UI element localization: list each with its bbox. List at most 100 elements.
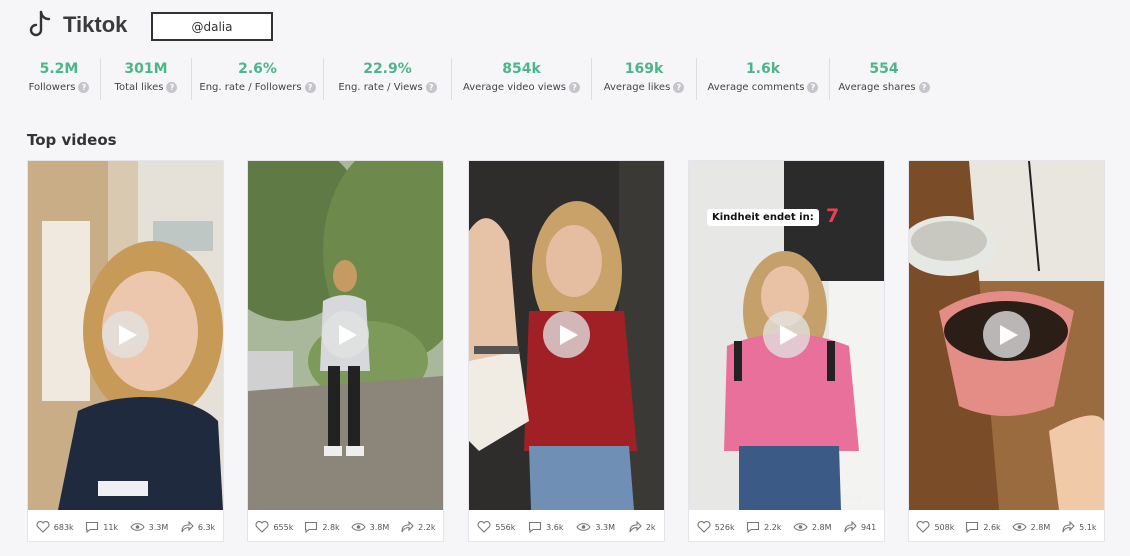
video-metrics: 526k 2.2k 2.8M 941 [689, 512, 884, 542]
stat-value: 554 [869, 61, 899, 77]
stat-total-likes: 301M Total likes? [101, 58, 192, 100]
tiktok-watermark: TikTok [843, 495, 862, 502]
eye-icon [129, 523, 145, 531]
play-button[interactable] [983, 311, 1030, 358]
views-metric: 3.8M [350, 522, 390, 532]
heart-icon [916, 521, 931, 533]
brand-header: Tiktok [27, 8, 127, 42]
heart-icon [477, 521, 491, 533]
share-icon [401, 521, 414, 533]
video-metrics: 556k 3.6k 3.3M 2k [469, 512, 664, 542]
likes-count: 526k [714, 522, 735, 532]
help-icon[interactable]: ? [918, 82, 930, 93]
video-thumbnail[interactable] [28, 161, 223, 510]
video-thumbnail[interactable] [909, 161, 1104, 510]
stat-value: 2.6% [238, 61, 277, 77]
views-count: 3.3M [595, 522, 615, 532]
eye-icon [576, 523, 592, 531]
shares-count: 941 [860, 522, 877, 532]
likes-count: 683k [53, 522, 74, 532]
comments-count: 3.6k [546, 522, 564, 532]
heart-icon [36, 521, 50, 533]
comments-metric: 2.6k [965, 521, 1001, 533]
stat-average-shares: 554 Average shares? [830, 58, 938, 100]
comments-count: 11k [103, 522, 119, 532]
stat-average-likes: 169k Average likes? [592, 58, 697, 100]
comment-icon [529, 521, 542, 533]
views-metric: 2.8M [1011, 522, 1051, 532]
comments-metric: 3.6k [528, 521, 564, 533]
shares-metric: 5.1k [1061, 521, 1097, 533]
play-button[interactable] [322, 311, 369, 358]
shares-metric: 6.3k [180, 521, 215, 533]
share-icon [629, 521, 642, 533]
help-icon[interactable]: ? [166, 82, 178, 93]
comments-count: 2.2k [764, 522, 782, 532]
heart-icon [697, 521, 711, 533]
heart-icon [255, 521, 270, 533]
comment-icon [305, 521, 318, 533]
likes-metric: 655k [255, 521, 293, 533]
video-card-5[interactable]: 508k 2.6k 2.8M 5.1k [908, 160, 1105, 542]
stat-average-video-views: 854k Average video views? [452, 58, 592, 100]
comments-metric: 2.8k [304, 521, 340, 533]
eye-icon [793, 523, 808, 531]
stat-value: 854k [502, 61, 541, 77]
stat-eng-rate-followers: 2.6% Eng. rate / Followers? [192, 58, 324, 100]
comments-metric: 2.2k [746, 521, 781, 533]
play-icon [559, 324, 578, 345]
comments-metric: 11k [85, 521, 118, 533]
stat-eng-rate-views: 22.9% Eng. rate / Views? [324, 58, 452, 100]
video-metrics: 655k 2.8k 3.8M 2.2k [248, 512, 443, 542]
shares-count: 2.2k [418, 522, 436, 532]
comment-icon [966, 521, 979, 533]
video-thumbnail[interactable] [248, 161, 443, 510]
share-icon [181, 521, 194, 533]
stat-value: 169k [624, 61, 664, 77]
video-card-4[interactable]: Kindheit endet in: 7 TikTok 526k 2.2k 2.… [688, 160, 885, 542]
stat-label: Average likes [603, 82, 671, 93]
help-icon[interactable]: ? [568, 82, 580, 93]
video-thumbnail[interactable]: Kindheit endet in: 7 TikTok [689, 161, 884, 510]
views-count: 3.8M [369, 522, 390, 532]
share-icon [1062, 521, 1075, 533]
stat-label: Eng. rate / Followers [199, 82, 302, 93]
handle-field[interactable]: @dalia [151, 12, 273, 41]
stat-average-comments: 1.6k Average comments? [697, 58, 830, 100]
section-title: Top videos [27, 131, 117, 149]
video-thumbnail[interactable] [469, 161, 664, 510]
help-icon[interactable]: ? [78, 82, 90, 93]
shares-count: 5.1k [1079, 522, 1097, 532]
likes-count: 556k [495, 522, 516, 532]
likes-metric: 526k [697, 521, 735, 533]
play-button[interactable] [102, 311, 149, 358]
video-card-3[interactable]: 556k 3.6k 3.3M 2k [468, 160, 665, 542]
comments-count: 2.8k [322, 522, 340, 532]
views-count: 2.8M [1030, 522, 1051, 532]
views-count: 3.3M [148, 522, 169, 532]
help-icon[interactable]: ? [425, 82, 437, 93]
views-count: 2.8M [811, 522, 832, 532]
help-icon[interactable]: ? [807, 82, 819, 93]
stat-label: Average video views [463, 82, 566, 93]
video-metrics: 508k 2.6k 2.8M 5.1k [909, 512, 1104, 542]
help-icon[interactable]: ? [673, 82, 685, 93]
play-icon [779, 324, 798, 345]
views-metric: 2.8M [793, 522, 832, 532]
video-card-2[interactable]: 655k 2.8k 3.8M 2.2k [247, 160, 444, 542]
video-card-1[interactable]: 683k 11k 3.3M 6.3k [27, 160, 224, 542]
views-metric: 3.3M [129, 522, 169, 532]
likes-count: 655k [273, 522, 294, 532]
brand-title: Tiktok [63, 12, 128, 37]
video-overlay-count: 7 [826, 205, 840, 227]
comment-icon [747, 521, 760, 533]
help-icon[interactable]: ? [304, 82, 316, 93]
play-button[interactable] [763, 311, 810, 358]
stat-label: Total likes [114, 82, 164, 93]
eye-icon [350, 523, 366, 531]
stat-label: Average shares [838, 82, 916, 93]
shares-metric: 941 [843, 521, 876, 533]
likes-metric: 683k [36, 521, 74, 533]
play-button[interactable] [543, 311, 590, 358]
shares-metric: 2k [628, 521, 656, 533]
